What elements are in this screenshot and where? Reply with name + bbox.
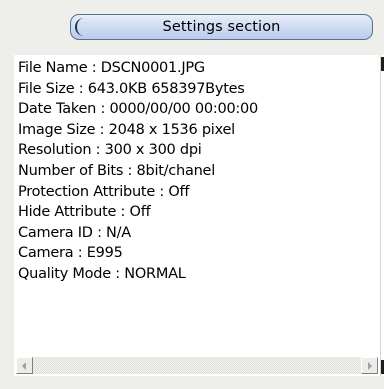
file-info-panel: File Name : DSCN0001.JPG File Size : 643…	[14, 55, 380, 376]
camera-id-line: Camera ID : N/A	[18, 224, 131, 241]
date-taken-line: Date Taken : 0000/00/00 00:00:00	[18, 101, 259, 118]
vertical-scrollbar-edge[interactable]	[380, 55, 384, 376]
scroll-right-button[interactable]	[361, 357, 378, 374]
scroll-left-button[interactable]	[16, 357, 33, 374]
left-arrow-icon	[22, 362, 26, 370]
file-size-line: File Size : 643.0KB 658397Bytes	[18, 80, 245, 97]
protection-attribute-line: Protection Attribute : Off	[18, 183, 190, 200]
settings-window: Settings section File Name : DSCN0001.JP…	[0, 0, 384, 389]
section-title: Settings section	[162, 19, 281, 35]
quality-mode-line: Quality Mode : NORMAL	[18, 265, 186, 282]
resolution-line: Resolution : 300 x 300 dpi	[18, 142, 202, 159]
settings-section-header[interactable]: Settings section	[70, 14, 373, 40]
file-name-line: File Name : DSCN0001.JPG	[18, 60, 205, 76]
camera-line: Camera : E995	[18, 245, 123, 262]
image-size-line: Image Size : 2048 x 1536 pixel	[18, 121, 235, 138]
horizontal-scrollbar[interactable]	[16, 357, 378, 374]
section-header-left-cap	[75, 18, 86, 36]
number-of-bits-line: Number of Bits : 8bit/chanel	[18, 162, 215, 179]
right-arrow-icon	[368, 362, 372, 370]
hide-attribute-line: Hide Attribute : Off	[18, 204, 151, 221]
file-info-list: File Name : DSCN0001.JPG File Size : 643…	[18, 58, 376, 348]
